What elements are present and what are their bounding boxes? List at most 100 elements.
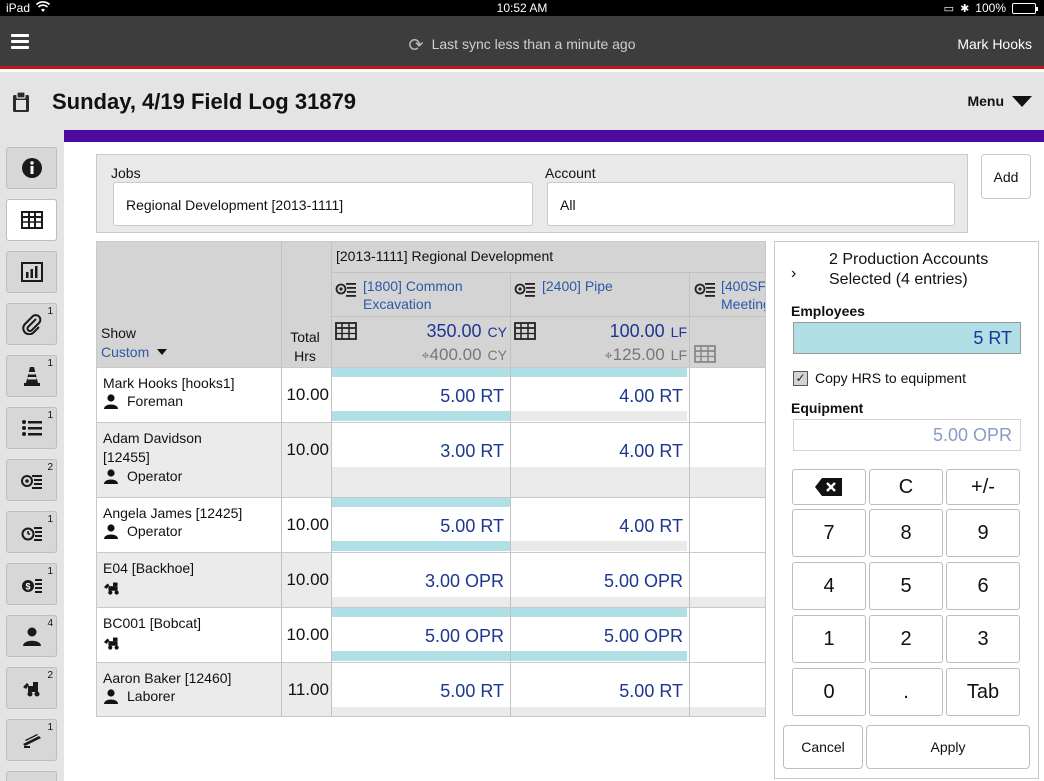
hours-entry[interactable]: 4.00 RT	[511, 386, 687, 407]
equipment-field[interactable]: 5.00 OPR	[793, 419, 1021, 451]
info-icon	[21, 158, 42, 178]
account-budget-2400: ⌖125.00 LF	[537, 345, 687, 365]
hours-entry[interactable]: 5.00 OPR	[511, 626, 687, 647]
checkbox-checked-icon[interactable]: ✓	[793, 370, 808, 386]
grid-toggle-icon[interactable]	[694, 345, 716, 363]
grid-toggle-icon[interactable]	[514, 322, 536, 340]
show-label: Show	[101, 325, 137, 341]
sidebar-item-time[interactable]: 1	[6, 511, 57, 553]
budget-target-icon: ⌖	[604, 347, 613, 363]
hours-entry[interactable]: 4.00 RT	[511, 441, 687, 462]
jobs-select[interactable]: Regional Development [2013-1111]	[113, 182, 533, 226]
account-qty-2400: 100.00 LF	[537, 321, 687, 342]
hours-entry[interactable]: 3.00 RT	[332, 441, 508, 462]
hours-entry[interactable]: 5.00 RT	[511, 681, 687, 702]
hours-entry[interactable]: 4.00 RT	[511, 516, 687, 537]
key-0[interactable]: 0	[792, 668, 866, 716]
account-link-1800[interactable]: [1800] Common Excavation	[363, 277, 463, 313]
employee-name[interactable]: Mark Hooks [hooks1]	[103, 374, 235, 393]
sidebar-item-equipment[interactable]: 2	[6, 667, 57, 709]
hours-entry[interactable]: 5.00 RT	[332, 516, 508, 537]
total-hrs-header: Total Hrs	[290, 329, 320, 364]
caret-down-icon	[1012, 95, 1032, 107]
key-2[interactable]: 2	[869, 615, 943, 663]
employee-name[interactable]: Angela James [12425]	[103, 504, 242, 523]
account-select[interactable]: All	[547, 182, 955, 226]
sidebar-badge: 1	[47, 566, 53, 577]
hours-entry[interactable]: 5.00 OPR	[332, 626, 508, 647]
user-name[interactable]: Mark Hooks	[957, 36, 1032, 52]
status-time: 10:52 AM	[496, 1, 548, 15]
sidebar-item-attachments[interactable]: 1	[6, 303, 57, 345]
employee-name[interactable]: Adam Davidson [12455]	[103, 429, 202, 467]
sidebar-item-material[interactable]: 1	[6, 719, 57, 761]
sidebar-item-employees[interactable]: 4	[6, 615, 57, 657]
key-backspace[interactable]	[792, 469, 866, 505]
sidebar-badge: 1	[47, 358, 53, 369]
key-tab[interactable]: Tab	[946, 668, 1020, 716]
sidebar-item-production[interactable]: 2	[6, 459, 57, 501]
person-icon	[104, 689, 118, 704]
sidebar-badge: 1	[47, 514, 53, 525]
screen-mirror-icon: ▭	[943, 2, 955, 15]
sidebar-item-safety[interactable]: 1	[6, 355, 57, 397]
apply-button[interactable]: Apply	[866, 725, 1030, 769]
sidebar-item-info[interactable]	[6, 147, 57, 189]
page-title: Sunday, 4/19 Field Log 31879	[52, 89, 357, 114]
grid-toggle-icon[interactable]	[335, 322, 357, 340]
account-link-2400[interactable]: [2400] Pipe	[542, 277, 613, 295]
sidebar-item-more[interactable]	[6, 771, 57, 781]
accent-bar	[64, 130, 1044, 142]
hours-entry[interactable]: 5.00 RT	[332, 386, 508, 407]
add-button[interactable]: Add	[981, 154, 1031, 199]
key-9[interactable]: 9	[946, 509, 1020, 557]
clipboard-icon	[13, 91, 29, 112]
grid-line	[510, 272, 511, 716]
battery-icon	[1012, 2, 1038, 14]
copy-hrs-checkbox[interactable]: ✓ Copy HRS to equipment	[793, 370, 966, 386]
hours-entry[interactable]: 5.00 OPR	[511, 571, 687, 592]
grid-header-divider	[332, 316, 765, 317]
key-8[interactable]: 8	[869, 509, 943, 557]
equipment-name[interactable]: BC001 [Bobcat]	[103, 614, 201, 633]
sidebar-badge: 2	[47, 670, 53, 681]
equipment-label: Equipment	[791, 400, 864, 416]
account-link-400sf[interactable]: [400SF Meeting	[721, 277, 765, 313]
timer-icon	[21, 527, 42, 541]
menu-label: Menu	[967, 93, 1004, 109]
cancel-button[interactable]: Cancel	[783, 725, 863, 769]
sync-icon[interactable]: ⟳	[409, 35, 424, 56]
key-decimal[interactable]: .	[869, 668, 943, 716]
key-5[interactable]: 5	[869, 562, 943, 610]
hours-entry[interactable]: 3.00 OPR	[332, 571, 508, 592]
hours-entry[interactable]: 5.00 RT	[332, 681, 508, 702]
grid-header-divider	[332, 272, 765, 273]
paperclip-icon	[21, 314, 41, 335]
key-3[interactable]: 3	[946, 615, 1020, 663]
grid-line	[97, 607, 765, 608]
grid-line	[97, 662, 765, 663]
key-clear[interactable]: C	[869, 469, 943, 505]
row-cells	[332, 467, 765, 497]
total-hours: 10.00	[286, 625, 329, 644]
employee-name[interactable]: Aaron Baker [12460]	[103, 669, 231, 688]
key-4[interactable]: 4	[792, 562, 866, 610]
sidebar-item-cost[interactable]: $ 1	[6, 563, 57, 605]
equipment-name[interactable]: E04 [Backhoe]	[103, 559, 194, 578]
sidebar-item-grid[interactable]	[6, 199, 57, 241]
key-7[interactable]: 7	[792, 509, 866, 557]
svg-text:$: $	[25, 582, 30, 592]
sidebar-item-list[interactable]: 1	[6, 407, 57, 449]
sidebar-item-chart[interactable]	[6, 251, 57, 293]
menu-button[interactable]: Menu	[967, 93, 1032, 109]
show-custom-dropdown[interactable]: Custom	[101, 344, 168, 360]
status-bar: iPad 10:52 AM ▭ ✱ 100%	[0, 0, 1044, 16]
material-icon	[22, 734, 41, 748]
key-6[interactable]: 6	[946, 562, 1020, 610]
budget-value: 125.00	[612, 345, 665, 364]
key-1[interactable]: 1	[792, 615, 866, 663]
grid-line	[689, 272, 690, 716]
key-plus-minus[interactable]: +/-	[946, 469, 1020, 505]
battery-percent: 100%	[975, 1, 1006, 15]
employees-field[interactable]: 5 RT	[793, 322, 1021, 354]
